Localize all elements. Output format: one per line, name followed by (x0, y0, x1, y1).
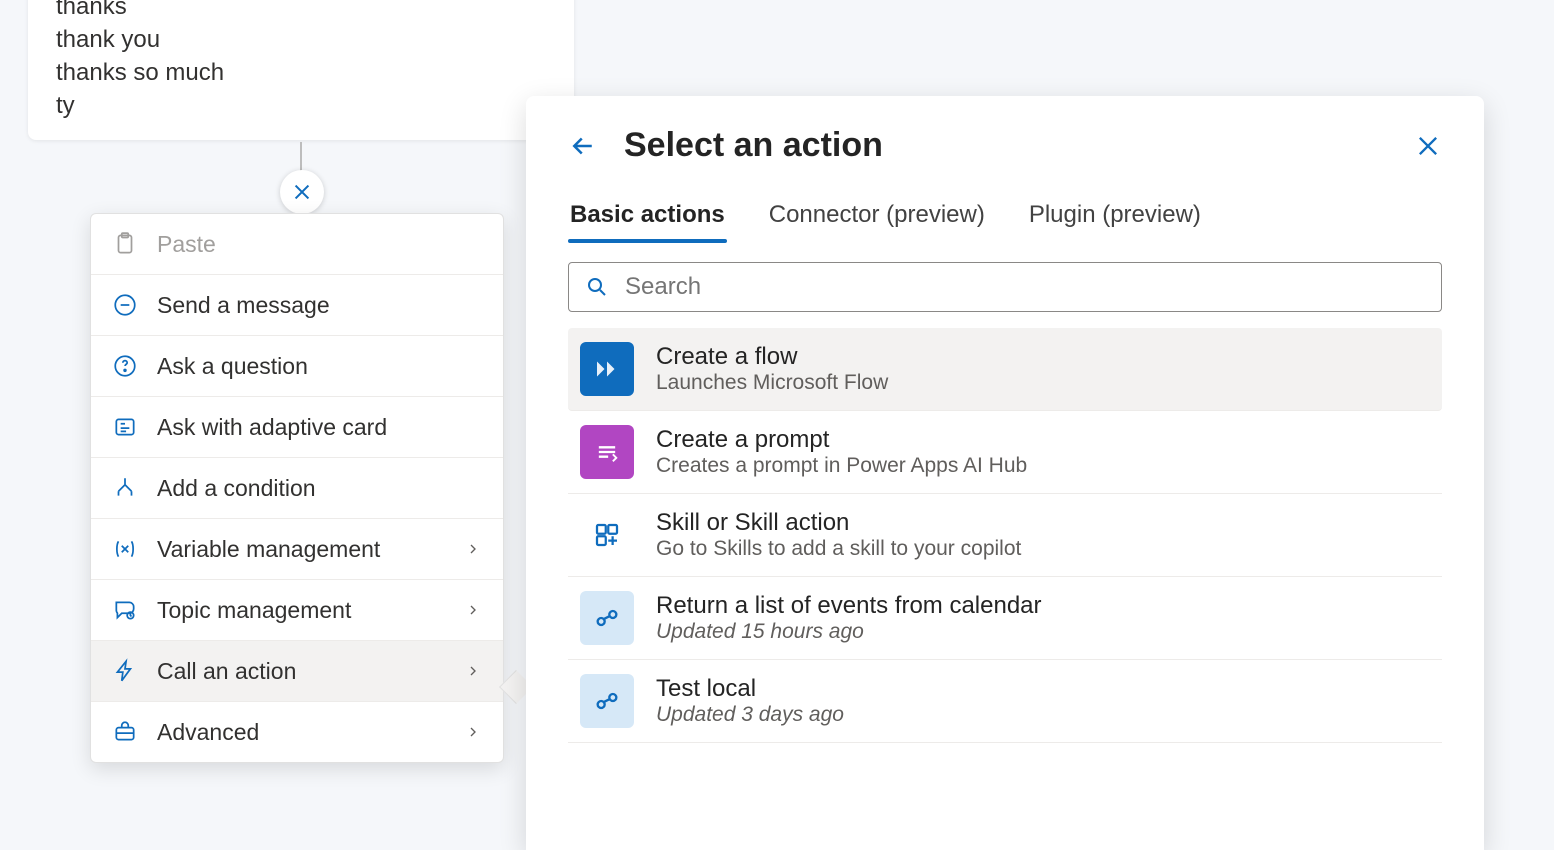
toolbox-icon (111, 718, 139, 746)
close-button[interactable] (1414, 132, 1442, 160)
message-icon (111, 291, 139, 319)
chevron-right-icon (465, 724, 483, 740)
action-subtitle: Launches Microsoft Flow (656, 371, 1430, 395)
menu-label: Ask with adaptive card (157, 414, 483, 441)
trigger-phrase: thanks so much (56, 56, 546, 89)
lightning-icon (111, 657, 139, 685)
menu-item-add-condition[interactable]: Add a condition (91, 458, 503, 519)
action-row-create-flow[interactable]: Create a flow Launches Microsoft Flow (568, 328, 1442, 411)
tab-plugin[interactable]: Plugin (preview) (1027, 195, 1203, 243)
menu-item-paste[interactable]: Paste (91, 214, 503, 275)
chevron-right-icon (465, 541, 483, 557)
action-subtitle: Go to Skills to add a skill to your copi… (656, 537, 1430, 561)
menu-label: Call an action (157, 658, 447, 685)
search-box[interactable] (568, 262, 1442, 312)
trigger-phrase: thank you (56, 23, 546, 56)
action-title: Create a prompt (656, 426, 1430, 454)
prompt-icon (580, 425, 634, 479)
action-row-create-prompt[interactable]: Create a prompt Creates a prompt in Powe… (568, 411, 1442, 494)
action-row-skill[interactable]: Skill or Skill action Go to Skills to ad… (568, 494, 1442, 577)
tabs: Basic actions Connector (preview) Plugin… (568, 195, 1442, 244)
question-icon (111, 352, 139, 380)
back-button[interactable] (568, 131, 598, 161)
flow-icon (580, 342, 634, 396)
menu-label: Advanced (157, 719, 447, 746)
tab-connector[interactable]: Connector (preview) (767, 195, 987, 243)
action-subtitle: Updated 3 days ago (656, 703, 1430, 727)
action-title: Skill or Skill action (656, 509, 1430, 537)
menu-label: Add a condition (157, 475, 483, 502)
chevron-right-icon (465, 663, 483, 679)
action-row-calendar-events[interactable]: Return a list of events from calendar Up… (568, 577, 1442, 660)
flow-run-icon (580, 591, 634, 645)
branch-icon (111, 474, 139, 502)
menu-label: Ask a question (157, 353, 483, 380)
action-list[interactable]: Create a flow Launches Microsoft Flow Cr… (568, 328, 1442, 850)
tab-basic-actions[interactable]: Basic actions (568, 195, 727, 243)
menu-item-topic-management[interactable]: Topic management (91, 580, 503, 641)
menu-label: Topic management (157, 597, 447, 624)
paste-icon (111, 230, 139, 258)
variable-icon (111, 535, 139, 563)
menu-item-adaptive-card[interactable]: Ask with adaptive card (91, 397, 503, 458)
menu-item-send-message[interactable]: Send a message (91, 275, 503, 336)
trigger-node[interactable]: thanks thank you thanks so much ty (28, 0, 574, 140)
action-title: Return a list of events from calendar (656, 592, 1430, 620)
action-title: Create a flow (656, 343, 1430, 371)
chevron-right-icon (465, 602, 483, 618)
search-input[interactable] (625, 273, 1425, 301)
panel-title: Select an action (624, 126, 1388, 165)
close-icon (291, 181, 313, 203)
action-picker-panel: Select an action Basic actions Connector… (526, 96, 1484, 850)
menu-label: Send a message (157, 292, 483, 319)
flow-run-icon (580, 674, 634, 728)
menu-item-advanced[interactable]: Advanced (91, 702, 503, 762)
action-subtitle: Updated 15 hours ago (656, 620, 1430, 644)
menu-label: Paste (157, 231, 483, 258)
node-context-menu: Paste Send a message Ask a question Ask … (90, 213, 504, 763)
menu-item-call-action[interactable]: Call an action (91, 641, 503, 702)
trigger-phrase: ty (56, 89, 546, 122)
search-icon (585, 275, 609, 299)
action-subtitle: Creates a prompt in Power Apps AI Hub (656, 454, 1430, 478)
menu-item-ask-question[interactable]: Ask a question (91, 336, 503, 397)
card-icon (111, 413, 139, 441)
menu-item-variable-management[interactable]: Variable management (91, 519, 503, 580)
close-node-button[interactable] (280, 170, 324, 214)
menu-label: Variable management (157, 536, 447, 563)
trigger-phrase: thanks (56, 0, 546, 23)
close-icon (1414, 132, 1442, 160)
skill-icon (580, 508, 634, 562)
action-title: Test local (656, 675, 1430, 703)
topic-icon (111, 596, 139, 624)
action-row-test-local[interactable]: Test local Updated 3 days ago (568, 660, 1442, 743)
arrow-left-icon (568, 131, 598, 161)
